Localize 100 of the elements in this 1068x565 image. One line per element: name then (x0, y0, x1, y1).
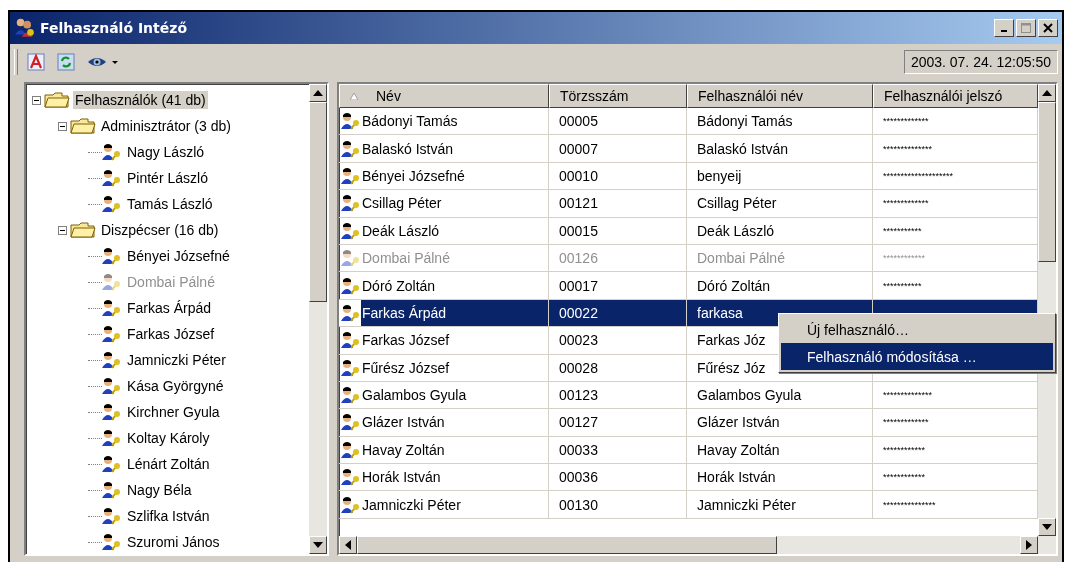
user-key-icon (341, 112, 361, 131)
password-cell: ************** (883, 390, 933, 401)
table-cell: Fűrész Józ (697, 359, 766, 376)
user-key-icon (341, 166, 361, 185)
table-row[interactable]: Dóró Zoltán 00017 Dóró Zoltán *********** (339, 272, 1038, 300)
down-arrow-icon (313, 542, 323, 548)
table-row[interactable]: Havay Zoltán 00033 Havay Zoltán ************ (339, 436, 1038, 465)
table-row[interactable]: Jamniczki Péter 00130 Jamniczki Péter *************** (339, 491, 1038, 519)
table-cell: 00036 (559, 469, 598, 486)
column-header[interactable]: Felhasználói név (687, 84, 873, 108)
tree-item[interactable]: Farkas Árpád (125, 299, 214, 317)
minimize-button[interactable] (994, 19, 1014, 37)
table-cell: Farkas Árpád (362, 304, 447, 321)
user-key-icon (341, 139, 361, 158)
tree-item[interactable]: Szlifka István (125, 507, 212, 525)
close-button[interactable] (1038, 19, 1058, 37)
table-cell: 00017 (559, 277, 598, 294)
user-key-icon (341, 194, 361, 213)
table-row[interactable]: Bényei Józsefné 00010 benyeij ******************** (339, 162, 1038, 191)
up-arrow-icon (1042, 90, 1052, 96)
table-cell: Balaskó István (362, 140, 454, 157)
column-header[interactable]: Felhasználói jelszó (873, 84, 1038, 108)
tree-item[interactable]: Szuromi János (125, 533, 222, 551)
password-cell: ************* (883, 198, 929, 209)
collapse-toggle-icon[interactable] (58, 225, 67, 235)
tree-item[interactable]: Felhasználók (41 db) (73, 91, 208, 109)
tree-item[interactable]: Nagy Béla (125, 481, 194, 499)
user-key-icon (102, 403, 122, 421)
table-cell: Jamniczki Péter (362, 496, 461, 513)
user-key-icon (341, 331, 361, 350)
tree-item[interactable]: Adminisztrátor (3 db) (99, 117, 233, 135)
user-key-icon (341, 468, 361, 487)
tree-item[interactable]: Bényei Józsefné (125, 247, 232, 265)
password-cell: ************** (883, 143, 933, 154)
tree-item[interactable]: Nagy László (125, 143, 207, 161)
user-key-icon (102, 429, 122, 447)
table-cell: Dombai Pálné (362, 250, 450, 267)
left-arrow-icon (345, 540, 351, 550)
password-cell: ************ (883, 472, 926, 483)
table-row[interactable]: Bádonyi Tamás 00005 Bádonyi Tamás ************* (339, 108, 1038, 136)
password-cell: ************ (883, 253, 926, 264)
menu-item[interactable]: Felhasználó módosítása … (781, 343, 1053, 370)
table-row[interactable]: Balaskó István 00007 Balaskó István ************** (339, 135, 1038, 163)
table-cell: Galambos Gyula (697, 387, 802, 404)
table-row[interactable]: Deák László 00015 Deák László *********** (339, 217, 1038, 245)
tree-item[interactable]: Farkas József (125, 325, 217, 343)
table-cell: farkasa (697, 304, 743, 321)
table-cell: Glázer István (697, 414, 780, 431)
password-cell: *********** (883, 225, 922, 236)
tree-item[interactable]: Diszpécser (16 db) (99, 221, 221, 239)
user-key-icon (102, 247, 122, 265)
user-key-icon (102, 377, 122, 395)
user-key-icon (102, 195, 122, 213)
sort-icon (350, 92, 358, 100)
table-cell: Dóró Zoltán (362, 277, 436, 294)
table-cell: Fűrész József (362, 359, 450, 376)
user-key-icon (341, 358, 361, 377)
table-cell: 00126 (559, 250, 598, 267)
tree-item[interactable]: Lénárt Zoltán (125, 455, 212, 473)
table-cell: Jamniczki Péter (697, 496, 796, 513)
user-key-icon (102, 507, 122, 525)
collapse-toggle-icon[interactable] (32, 95, 41, 105)
tree-item[interactable]: Jamniczki Péter (125, 351, 228, 369)
table-cell: Dóró Zoltán (697, 277, 771, 294)
refresh-button[interactable] (54, 51, 78, 73)
table-cell: Glázer István (362, 414, 445, 431)
tree-item[interactable]: Kása Györgyné (125, 377, 226, 395)
tree-item[interactable]: Kirchner Gyula (125, 403, 222, 421)
tree-item[interactable]: Tamás László (125, 195, 215, 213)
user-key-icon (102, 481, 122, 499)
table-cell: 00015 (559, 222, 598, 239)
close-icon (1042, 22, 1054, 34)
table-row[interactable]: Horák István 00036 Horák István ************ (339, 464, 1038, 492)
tree-item[interactable]: Pintér László (125, 169, 210, 187)
tree-item[interactable]: Koltay Károly (125, 429, 212, 447)
collapse-toggle-icon[interactable] (58, 121, 67, 131)
folder-icon (44, 91, 70, 109)
table-cell: Deák László (362, 222, 440, 239)
user-key-icon (102, 299, 122, 317)
password-cell: ******************** (883, 170, 954, 181)
maximize-icon (1020, 22, 1032, 34)
table-cell: Farkas József (362, 332, 450, 349)
table-cell: 00023 (559, 332, 598, 349)
table-cell: Bádonyi Tamás (362, 113, 458, 130)
table-row[interactable]: Galambos Gyula 00123 Galambos Gyula ************** (339, 381, 1038, 410)
column-header[interactable]: Törzsszám (549, 84, 687, 108)
table-cell: Dombai Pálné (697, 250, 785, 267)
folder-icon (70, 221, 96, 239)
vertical-scrollbar[interactable] (309, 84, 327, 554)
table-cell: 00007 (559, 140, 598, 157)
table-row[interactable]: Glázer István 00127 Glázer István ************* (339, 409, 1038, 437)
user-key-icon (341, 413, 361, 432)
user-key-icon (341, 221, 361, 240)
font-button[interactable] (24, 51, 48, 73)
horizontal-scrollbar[interactable] (339, 536, 1056, 554)
table-cell: Farkas Józ (697, 332, 766, 349)
table-cell: Horák István (697, 469, 776, 486)
column-header[interactable]: Név (339, 84, 549, 108)
table-row[interactable]: Csillag Péter 00121 Csillag Péter ************* (339, 190, 1038, 218)
user-key-icon (102, 325, 122, 343)
